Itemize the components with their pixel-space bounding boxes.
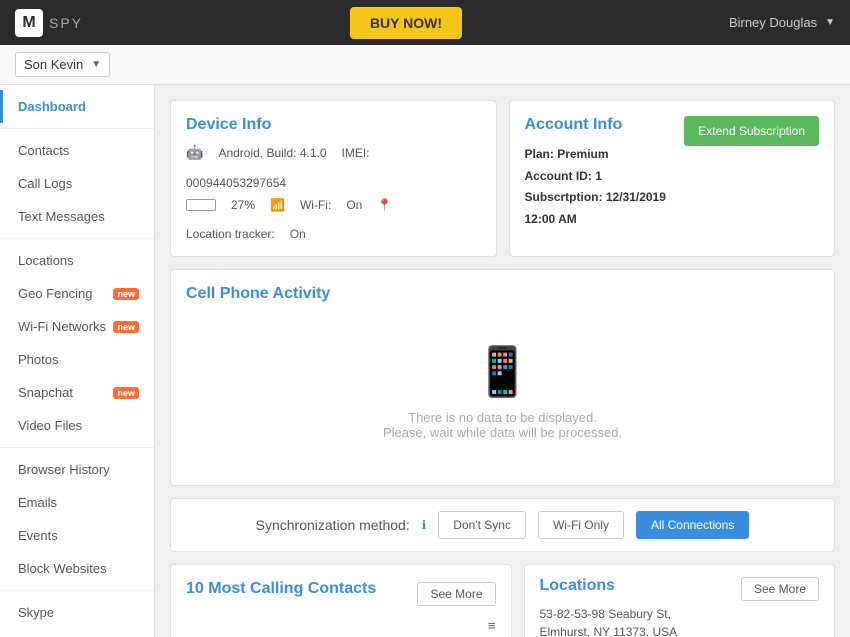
device-info-title: Device Info xyxy=(186,116,481,134)
device-status-row: 27% 📶 Wi-Fi: On 📍 Location tracker: On xyxy=(186,198,481,241)
sidebar-item-video-files[interactable]: Video Files xyxy=(0,409,154,442)
no-data-section: 📱 There is no data to be displayed. Plea… xyxy=(186,313,819,470)
device-info-card: Device Info 🤖 Android, Build: 4.1.0 IMEI… xyxy=(170,100,497,257)
account-info-card: Account Info Plan: Premium Account ID: 1 xyxy=(509,100,836,257)
sidebar-item-locations[interactable]: Locations xyxy=(0,244,154,277)
wifi-only-button[interactable]: Wi-Fi Only xyxy=(538,511,624,539)
sidebar-item-call-logs[interactable]: Call Logs xyxy=(0,167,154,200)
locations-title: Locations xyxy=(540,577,678,595)
header: M SPY BUY NOW! Birney Douglas ▼ xyxy=(0,0,850,45)
account-info-details: Plan: Premium Account ID: 1 Subscrtption… xyxy=(525,144,685,230)
wifi-icon: 📶 xyxy=(270,198,285,212)
new-badge: new xyxy=(113,387,139,399)
logo-spy: SPY xyxy=(49,15,83,31)
sidebar-divider xyxy=(0,128,154,129)
subscription-row: Subscrtption: 12/31/2019 12:00 AM xyxy=(525,187,685,230)
main-layout: Dashboard Contacts Call Logs Text Messag… xyxy=(0,85,850,637)
device-info-details: 🤖 Android, Build: 4.1.0 IMEI: 0009440532… xyxy=(186,144,481,190)
sidebar-item-block-websites[interactable]: Block Websites xyxy=(0,552,154,585)
android-icon: 🤖 xyxy=(186,144,203,161)
phone-icon: 📱 xyxy=(186,343,819,400)
location-status: On xyxy=(290,227,306,241)
address-line1: 53-82-53-98 Seabury St, xyxy=(540,605,678,623)
chevron-down-icon: ▼ xyxy=(91,59,101,70)
plan-row: Plan: Premium xyxy=(525,144,685,166)
sync-info-icon[interactable]: ℹ xyxy=(422,518,427,532)
no-data-line1: There is no data to be displayed. xyxy=(186,410,819,425)
calling-card-header: 10 Most Calling Contacts See More xyxy=(186,580,496,608)
user-name: Birney Douglas xyxy=(729,15,817,30)
account-info-title-text: Account Info xyxy=(525,116,685,134)
all-connections-button[interactable]: All Connections xyxy=(636,511,749,539)
locations-see-more-button[interactable]: See More xyxy=(741,577,819,601)
new-badge: new xyxy=(113,321,139,333)
buy-now-button[interactable]: BUY NOW! xyxy=(350,7,462,39)
cell-activity-title: Cell Phone Activity xyxy=(186,285,819,303)
imei-value: 000944053297654 xyxy=(186,176,286,190)
device-name: Son Kevin xyxy=(24,57,83,72)
calling-see-more-button[interactable]: See More xyxy=(417,582,495,606)
wifi-label: Wi-Fi: xyxy=(300,198,331,212)
sidebar-item-skype[interactable]: Skype xyxy=(0,596,154,629)
device-selector[interactable]: Son Kevin ▼ xyxy=(15,52,110,77)
chart-menu-icon[interactable]: ≡ xyxy=(186,618,496,633)
sidebar-item-emails[interactable]: Emails xyxy=(0,486,154,519)
user-menu[interactable]: Birney Douglas ▼ xyxy=(729,15,835,30)
sidebar-item-events[interactable]: Events xyxy=(0,519,154,552)
battery-icon xyxy=(186,199,216,211)
sidebar-item-dashboard[interactable]: Dashboard xyxy=(0,90,154,123)
sidebar-item-wifi-networks[interactable]: Wi-Fi Networks new xyxy=(0,310,154,343)
logo: M SPY xyxy=(15,9,83,37)
new-badge: new xyxy=(113,288,139,300)
sidebar-item-snapchat[interactable]: Snapchat new xyxy=(0,376,154,409)
battery-percent: 27% xyxy=(231,198,255,212)
location-info: Locations 53-82-53-98 Seabury St, Elmhur… xyxy=(540,577,678,637)
sidebar-item-whatsapp[interactable]: WhatsApp xyxy=(0,629,154,637)
os-info: Android, Build: 4.1.0 xyxy=(218,146,326,160)
location-label: Location tracker: xyxy=(186,227,275,241)
calling-contacts-card: 10 Most Calling Contacts See More ≡ 1770… xyxy=(170,564,512,637)
chevron-down-icon: ▼ xyxy=(825,17,835,28)
account-id-row: Account ID: 1 xyxy=(525,166,685,188)
logo-icon: M xyxy=(15,9,43,37)
sidebar-divider xyxy=(0,238,154,239)
imei-label: IMEI: xyxy=(342,146,370,160)
location-address: 53-82-53-98 Seabury St, Elmhurst, NY 113… xyxy=(540,605,678,637)
sidebar: Dashboard Contacts Call Logs Text Messag… xyxy=(0,85,155,637)
calling-contacts-title: 10 Most Calling Contacts xyxy=(186,580,376,598)
sidebar-divider xyxy=(0,590,154,591)
no-data-line2: Please, wait while data will be processe… xyxy=(186,425,819,440)
sidebar-item-photos[interactable]: Photos xyxy=(0,343,154,376)
address-line2: Elmhurst, NY 11373, USA xyxy=(540,623,678,637)
extend-subscription-button[interactable]: Extend Subscription xyxy=(684,116,819,146)
sidebar-item-browser-history[interactable]: Browser History xyxy=(0,453,154,486)
sub-header: Son Kevin ▼ xyxy=(0,45,850,85)
info-row: Device Info 🤖 Android, Build: 4.1.0 IMEI… xyxy=(170,100,835,257)
account-info-title: Account Info Plan: Premium Account ID: 1 xyxy=(525,116,685,230)
sidebar-item-geo-fencing[interactable]: Geo Fencing new xyxy=(0,277,154,310)
dont-sync-button[interactable]: Don't Sync xyxy=(438,511,526,539)
account-header-row: Account Info Plan: Premium Account ID: 1 xyxy=(525,116,820,230)
main-content: Device Info 🤖 Android, Build: 4.1.0 IMEI… xyxy=(155,85,850,637)
bottom-row: 10 Most Calling Contacts See More ≡ 1770… xyxy=(170,564,835,637)
location-icon: 📍 xyxy=(377,198,392,212)
sync-label: Synchronization method: xyxy=(256,517,410,533)
sidebar-item-text-messages[interactable]: Text Messages xyxy=(0,200,154,233)
sidebar-item-contacts[interactable]: Contacts xyxy=(0,134,154,167)
sync-card: Synchronization method: ℹ Don't Sync Wi-… xyxy=(170,498,835,552)
locations-card: Locations 53-82-53-98 Seabury St, Elmhur… xyxy=(524,564,836,637)
location-header: Locations 53-82-53-98 Seabury St, Elmhur… xyxy=(525,565,835,637)
wifi-status: On xyxy=(346,198,362,212)
cell-activity-card: Cell Phone Activity 📱 There is no data t… xyxy=(170,269,835,486)
sidebar-divider xyxy=(0,447,154,448)
